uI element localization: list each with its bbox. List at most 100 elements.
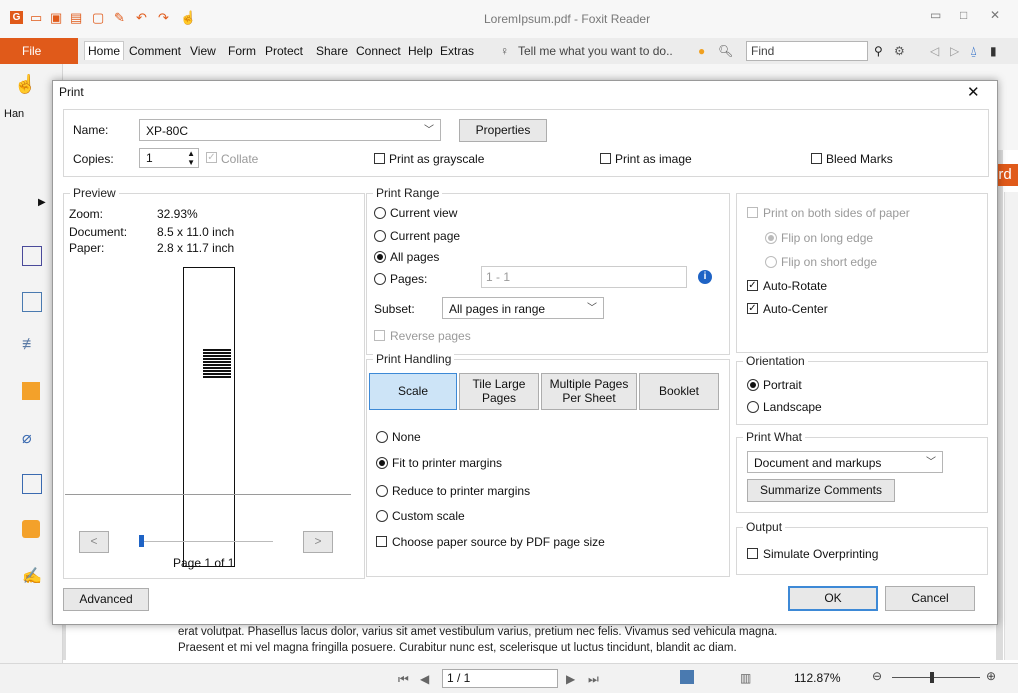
new-icon[interactable]: ✎ <box>114 11 127 24</box>
copies-stepper[interactable]: 1 ▲ ▼ <box>139 148 199 168</box>
scale-none-radio[interactable] <box>376 431 388 443</box>
find-prev-icon[interactable]: ◁ <box>930 44 939 58</box>
find-input[interactable]: Find <box>746 41 868 61</box>
all-pages-radio[interactable] <box>374 251 386 263</box>
printer-select[interactable]: XP-80C ﹀ <box>139 119 441 141</box>
simulate-overprinting-label: Simulate Overprinting <box>763 547 879 561</box>
fit-margins-radio[interactable] <box>376 457 388 469</box>
single-page-icon[interactable] <box>680 670 694 684</box>
hand-tool-button-icon[interactable]: ☝ <box>14 74 36 95</box>
subset-select[interactable]: All pages in range ﹀ <box>442 297 604 319</box>
hand-tool-icon[interactable]: ☝ <box>180 11 196 24</box>
custom-scale-label: Custom scale <box>392 509 465 523</box>
feedback-icon[interactable]: ● <box>698 44 705 58</box>
current-view-radio[interactable] <box>374 207 386 219</box>
short-edge-radio[interactable] <box>765 256 777 268</box>
advanced-button[interactable]: Advanced <box>63 588 149 611</box>
paper-source-checkbox[interactable] <box>376 536 387 547</box>
expand-panel-icon[interactable]: ▶ <box>38 197 46 208</box>
prev-page-icon[interactable]: ◀ <box>420 672 429 686</box>
tab-extras[interactable]: Extras <box>440 44 474 58</box>
attachments-icon[interactable]: ⌀ <box>22 428 40 447</box>
custom-scale-radio[interactable] <box>376 510 388 522</box>
print-icon[interactable]: ▤ <box>70 11 83 24</box>
find-settings-icon[interactable]: ⚙ <box>894 44 905 58</box>
close-window-icon[interactable]: ✕ <box>990 8 1000 22</box>
properties-icon[interactable]: ▢ <box>92 11 105 24</box>
zoom-in-icon[interactable]: ⊕ <box>986 669 996 683</box>
bleed-marks-checkbox[interactable] <box>811 153 822 164</box>
tile-large-pages-button[interactable]: Tile Large Pages <box>459 373 539 410</box>
print-what-select[interactable]: Document and markups ﹀ <box>747 451 943 473</box>
security-icon[interactable] <box>22 520 40 538</box>
minimize-icon[interactable]: ▭ <box>930 8 941 22</box>
save-icon[interactable]: ▣ <box>50 11 63 24</box>
pages-input[interactable]: 1 - 1 <box>481 266 687 288</box>
preview-next-button[interactable]: > <box>303 531 333 553</box>
page-number-input[interactable]: 1 / 1 <box>442 669 558 688</box>
zoom-slider-thumb[interactable] <box>930 672 934 683</box>
zoom-level[interactable]: 112.87% <box>794 671 840 685</box>
cancel-button[interactable]: Cancel <box>885 586 975 611</box>
zoom-out-icon[interactable]: ⊖ <box>872 669 882 683</box>
signature-icon[interactable] <box>22 474 42 494</box>
layers-icon[interactable]: ≢ <box>22 336 40 354</box>
open-folder-icon[interactable]: ▭ <box>30 11 43 24</box>
tab-share[interactable]: Share <box>316 44 348 58</box>
auto-center-checkbox[interactable]: ✓ <box>747 303 758 314</box>
reverse-pages-checkbox[interactable] <box>374 330 385 341</box>
find-search-icon[interactable]: ⚲ <box>874 44 883 58</box>
certificate-icon[interactable]: ✍ <box>22 566 42 585</box>
tab-connect[interactable]: Connect <box>356 44 401 58</box>
pages-icon[interactable] <box>22 246 42 266</box>
pages-radio[interactable] <box>374 273 386 285</box>
tab-comment[interactable]: Comment <box>129 44 181 58</box>
next-page-icon[interactable]: ▶ <box>566 672 575 686</box>
redo-icon[interactable]: ↷ <box>158 11 171 24</box>
tab-file[interactable]: File <box>22 44 41 58</box>
simulate-overprinting-checkbox[interactable] <box>747 548 758 559</box>
properties-button[interactable]: Properties <box>459 119 547 142</box>
info-icon[interactable]: i <box>698 270 712 284</box>
stepper-arrows-icon[interactable]: ▲ ▼ <box>187 149 195 167</box>
preview-slider-thumb[interactable] <box>139 535 144 547</box>
maximize-icon[interactable]: □ <box>960 8 967 22</box>
account-icon[interactable]: ▮ <box>990 44 997 58</box>
dialog-close-icon[interactable]: ✕ <box>967 83 980 101</box>
tab-help[interactable]: Help <box>408 44 433 58</box>
tab-home[interactable]: Home <box>84 41 125 60</box>
reduce-margins-radio[interactable] <box>376 485 388 497</box>
current-page-radio[interactable] <box>374 230 386 242</box>
preview-slider-track[interactable] <box>139 541 273 542</box>
collate-checkbox[interactable]: ✓ <box>206 152 217 163</box>
first-page-icon[interactable]: ⏮ <box>398 672 409 687</box>
summarize-comments-button[interactable]: Summarize Comments <box>747 479 895 502</box>
both-sides-checkbox[interactable] <box>747 207 758 218</box>
multiple-pages-button[interactable]: Multiple Pages Per Sheet <box>541 373 637 410</box>
tab-protect[interactable]: Protect <box>265 44 303 58</box>
search-doc-icon[interactable]: 🔍︎ <box>718 44 733 58</box>
undo-icon[interactable]: ↶ <box>136 11 149 24</box>
thumbnails-icon[interactable] <box>22 292 42 312</box>
auto-rotate-checkbox[interactable]: ✓ <box>747 280 758 291</box>
tell-me-box[interactable]: Tell me what you want to do.. <box>518 44 673 58</box>
last-page-icon[interactable]: ⏭ <box>588 672 599 687</box>
portrait-radio[interactable] <box>747 379 759 391</box>
zoom-slider[interactable] <box>892 677 980 678</box>
print-dialog: Print ✕ Name: XP-80C ﹀ Properties Copies… <box>52 80 998 625</box>
scale-button[interactable]: Scale <box>369 373 457 410</box>
tab-form[interactable]: Form <box>228 44 256 58</box>
vertical-scrollbar[interactable] <box>1004 192 1018 660</box>
tab-view[interactable]: View <box>190 44 216 58</box>
booklet-button[interactable]: Booklet <box>639 373 719 410</box>
comments-icon[interactable] <box>22 382 40 400</box>
ok-button[interactable]: OK <box>788 586 878 611</box>
notification-icon[interactable]: ⍙ <box>970 44 977 59</box>
landscape-radio[interactable] <box>747 401 759 413</box>
long-edge-radio[interactable] <box>765 232 777 244</box>
two-page-icon[interactable]: ▥ <box>740 671 751 685</box>
grayscale-checkbox[interactable] <box>374 153 385 164</box>
preview-prev-button[interactable]: < <box>79 531 109 553</box>
find-next-icon[interactable]: ▷ <box>950 44 959 58</box>
print-as-image-checkbox[interactable] <box>600 153 611 164</box>
